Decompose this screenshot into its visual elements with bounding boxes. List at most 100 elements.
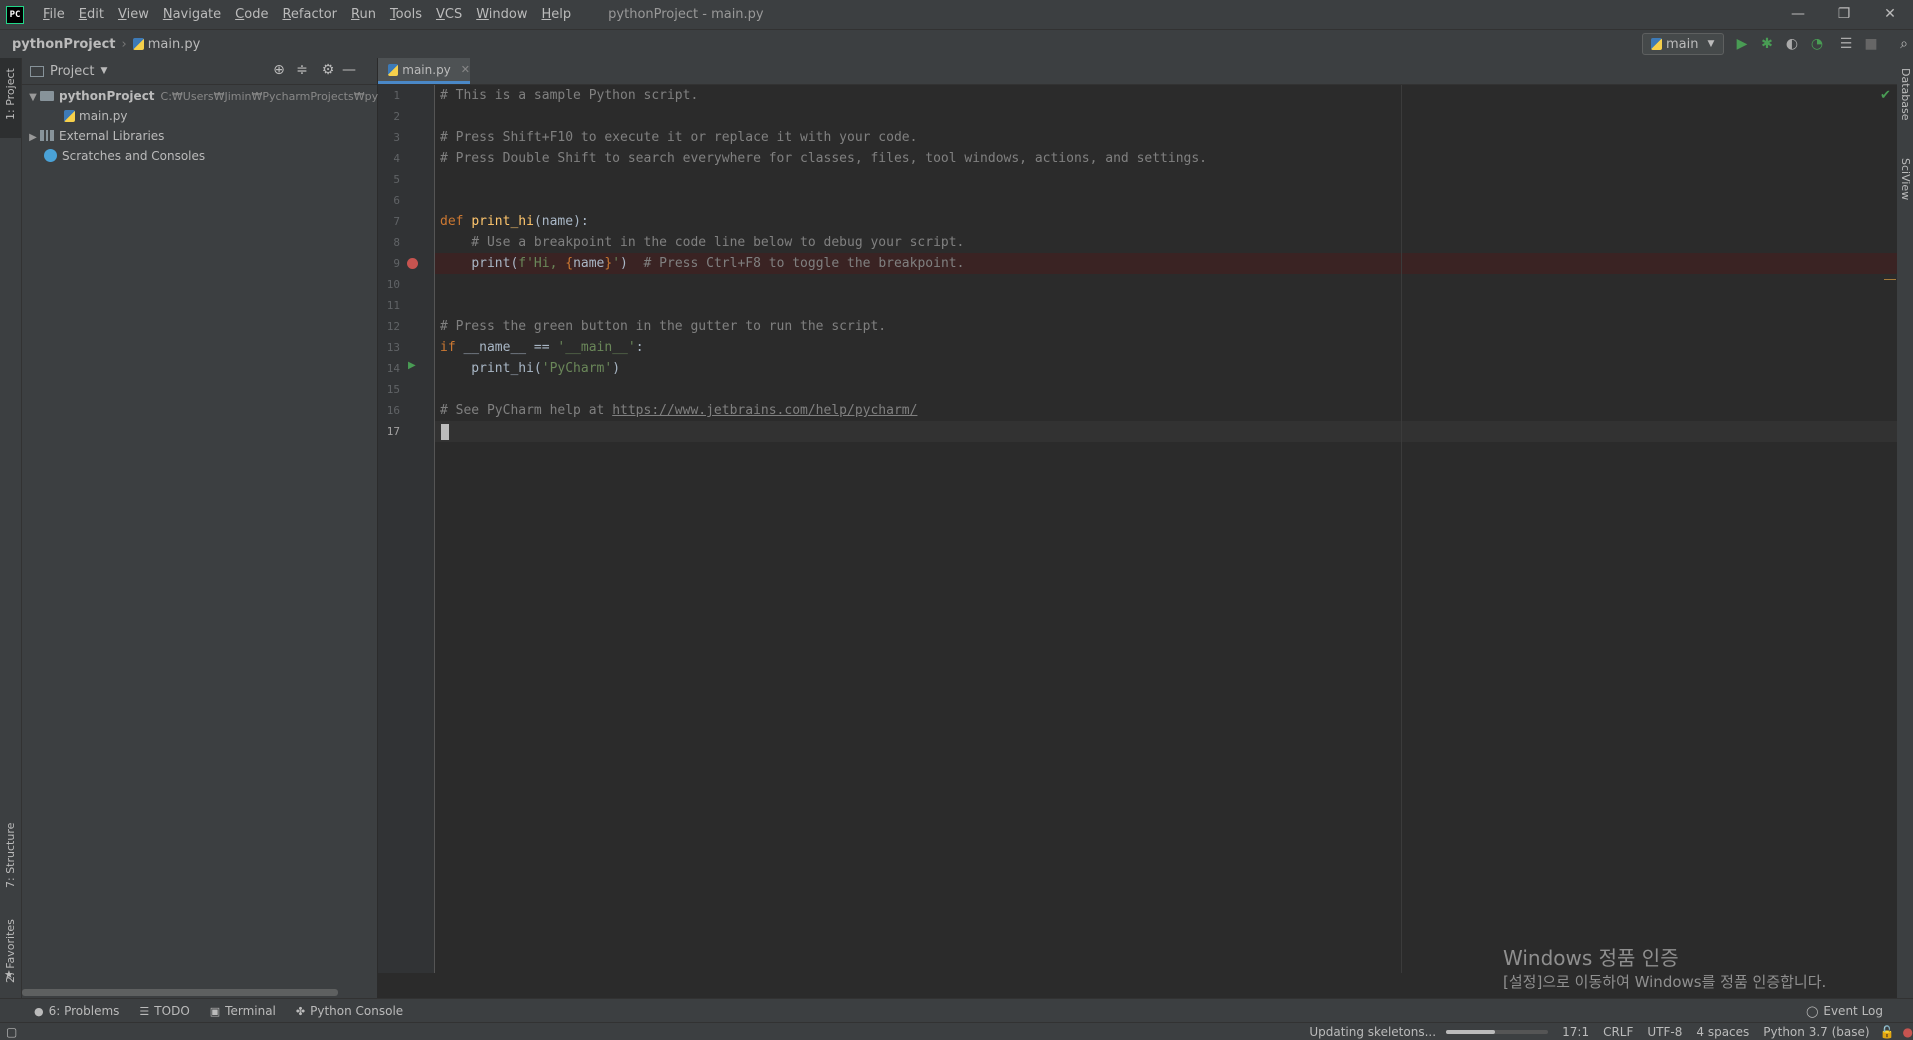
- scratches-icon: [44, 149, 57, 162]
- coverage-icon[interactable]: ◐: [1783, 35, 1801, 53]
- line-number: 13: [386, 341, 400, 354]
- menu-view[interactable]: View: [111, 0, 156, 29]
- menu-tools[interactable]: Tools: [383, 0, 429, 29]
- search-icon[interactable]: ⌕: [1895, 35, 1913, 53]
- tab-event-log-label: Event Log: [1823, 1004, 1883, 1018]
- line-separator[interactable]: CRLF: [1603, 1025, 1633, 1039]
- code-line-8: # Use a breakpoint in the code line belo…: [440, 235, 965, 250]
- menu-help[interactable]: Help: [535, 0, 579, 29]
- profile-icon[interactable]: ◔: [1808, 35, 1826, 53]
- close-tab-icon[interactable]: ✕: [461, 63, 470, 76]
- left-tool-strip: 1: Project 7: Structure 2: Favorites ★: [0, 58, 22, 998]
- tab-todo[interactable]: ☰ TODO: [139, 1004, 189, 1018]
- tab-project[interactable]: 1: Project: [0, 58, 21, 138]
- hide-panel-icon[interactable]: —: [340, 62, 358, 78]
- tree-item-main-py[interactable]: main.py: [64, 106, 128, 126]
- tab-terminal[interactable]: ▣ Terminal: [210, 1004, 276, 1018]
- breakpoint-icon[interactable]: [407, 258, 418, 269]
- line-number: 1: [393, 89, 400, 102]
- breadcrumb-project[interactable]: pythonProject: [12, 37, 116, 52]
- horizontal-scrollbar[interactable]: [22, 989, 338, 996]
- tree-item-scratches[interactable]: Scratches and Consoles: [44, 146, 205, 166]
- menu-run[interactable]: Run: [344, 0, 383, 29]
- activation-watermark: Windows 정품 인증 [설정]으로 이동하여 Windows를 정품 인증…: [1503, 944, 1826, 992]
- folder-icon: [40, 91, 54, 101]
- run-config-select[interactable]: main ▼: [1642, 33, 1724, 55]
- tab-sciview[interactable]: SciView: [1899, 158, 1912, 200]
- background-task-label[interactable]: Updating skeletons...: [1309, 1025, 1436, 1039]
- tree-item-external-libraries[interactable]: ▶ External Libraries: [26, 126, 164, 146]
- notifications-icon[interactable]: ●: [1903, 1025, 1913, 1039]
- close-icon[interactable]: ✕: [1867, 0, 1913, 29]
- text-caret: [441, 424, 449, 440]
- fstring-brace: {: [565, 256, 574, 271]
- python-file-icon: [388, 63, 399, 76]
- tab-database[interactable]: Database: [1899, 68, 1912, 121]
- tab-python-console[interactable]: ✤ Python Console: [296, 1004, 403, 1018]
- breadcrumb-file[interactable]: main.py: [132, 37, 200, 52]
- line-number: 2: [393, 110, 400, 123]
- python-interpreter[interactable]: Python 3.7 (base): [1763, 1025, 1869, 1039]
- event-log-icon: ◯: [1806, 1004, 1819, 1018]
- menu-refactor[interactable]: Refactor: [275, 0, 344, 29]
- stop-icon[interactable]: ■: [1862, 35, 1880, 53]
- expanded-arrow-icon[interactable]: ▼: [26, 88, 40, 108]
- tab-event-log[interactable]: ◯ Event Log: [1806, 1004, 1883, 1018]
- code-line-7: def print_hi(name):: [440, 211, 589, 232]
- restore-icon[interactable]: ❐: [1821, 0, 1867, 29]
- help-link[interactable]: https://www.jetbrains.com/help/pycharm/: [612, 403, 917, 418]
- gear-icon[interactable]: ⚙: [319, 62, 337, 78]
- menu-file[interactable]: File: [36, 0, 72, 29]
- project-view-select[interactable]: Project: [50, 64, 94, 79]
- inline-comment: # Press Ctrl+F8 to toggle the breakpoint…: [627, 256, 965, 271]
- run-icon[interactable]: ▶: [1733, 35, 1751, 53]
- indent-setting[interactable]: 4 spaces: [1696, 1025, 1749, 1039]
- warning-stripe-marker[interactable]: [1884, 279, 1896, 280]
- title-bar: PC File Edit View Navigate Code Refactor…: [0, 0, 1913, 29]
- paren-close: ): [612, 361, 621, 376]
- run-list-icon[interactable]: ☰: [1837, 35, 1855, 53]
- line-number: 4: [393, 152, 400, 165]
- toggle-tool-windows-icon[interactable]: ▢: [6, 1025, 17, 1039]
- inspection-ok-icon[interactable]: ✔: [1880, 88, 1891, 103]
- terminal-icon: ▣: [209, 1004, 221, 1018]
- comment-text: # See PyCharm help at: [440, 403, 613, 418]
- menu-bar: File Edit View Navigate Code Refactor Ru…: [36, 0, 578, 29]
- window-controls: — ❐ ✕: [1775, 0, 1913, 29]
- debug-icon[interactable]: ✱: [1758, 35, 1776, 53]
- line-number: 3: [393, 131, 400, 144]
- menu-navigate[interactable]: Navigate: [156, 0, 228, 29]
- editor-gutter[interactable]: 1 2 3 4 5 6 7 8 9 10 11 12 13 14 15 16 1…: [378, 85, 435, 973]
- tab-python-console-label: Python Console: [310, 1004, 404, 1018]
- code-editor[interactable]: # This is a sample Python script. # Pres…: [435, 85, 1901, 973]
- locate-icon[interactable]: ⊕: [270, 62, 288, 78]
- tab-main-py[interactable]: main.py ✕: [378, 58, 470, 84]
- tab-structure[interactable]: 7: Structure: [0, 808, 21, 888]
- pycharm-logo-icon: PC: [6, 5, 24, 24]
- collapse-all-icon[interactable]: ≑: [293, 62, 311, 78]
- code-line-1: # This is a sample Python script.: [440, 88, 699, 103]
- chevron-down-icon[interactable]: ▼: [100, 66, 107, 76]
- task-progress-bar[interactable]: [1446, 1029, 1549, 1034]
- line-number: 15: [386, 383, 400, 396]
- line-number: 12: [386, 320, 400, 333]
- tree-item-project-root[interactable]: ▼ pythonProject C:₩Users₩Jimin₩PycharmProj…: [26, 86, 401, 106]
- menu-edit[interactable]: Edit: [72, 0, 111, 29]
- run-gutter-icon[interactable]: ▶: [408, 360, 416, 371]
- caret-position[interactable]: 17:1: [1562, 1025, 1589, 1039]
- project-path: C:₩Users₩Jimin₩PycharmProjects₩pythor: [160, 90, 401, 103]
- menu-vcs[interactable]: VCS: [429, 0, 469, 29]
- minimize-icon[interactable]: —: [1775, 0, 1821, 29]
- lock-icon[interactable]: 🔓: [1880, 1025, 1895, 1039]
- task-progress-fill: [1446, 1029, 1496, 1034]
- code-line-12: # Press the green button in the gutter t…: [440, 319, 887, 334]
- right-tool-strip: Database SciView: [1897, 58, 1913, 998]
- code-line-14: print_hi('PyCharm'): [440, 358, 620, 379]
- file-encoding[interactable]: UTF-8: [1647, 1025, 1682, 1039]
- tree-item-label: main.py: [79, 109, 128, 123]
- tab-problems[interactable]: ● 6: Problems: [34, 1004, 119, 1018]
- menu-window[interactable]: Window: [469, 0, 534, 29]
- menu-code[interactable]: Code: [228, 0, 275, 29]
- code-line-9: print(f'Hi, {name}') # Press Ctrl+F8 to …: [440, 253, 964, 274]
- collapsed-arrow-icon[interactable]: ▶: [26, 128, 40, 148]
